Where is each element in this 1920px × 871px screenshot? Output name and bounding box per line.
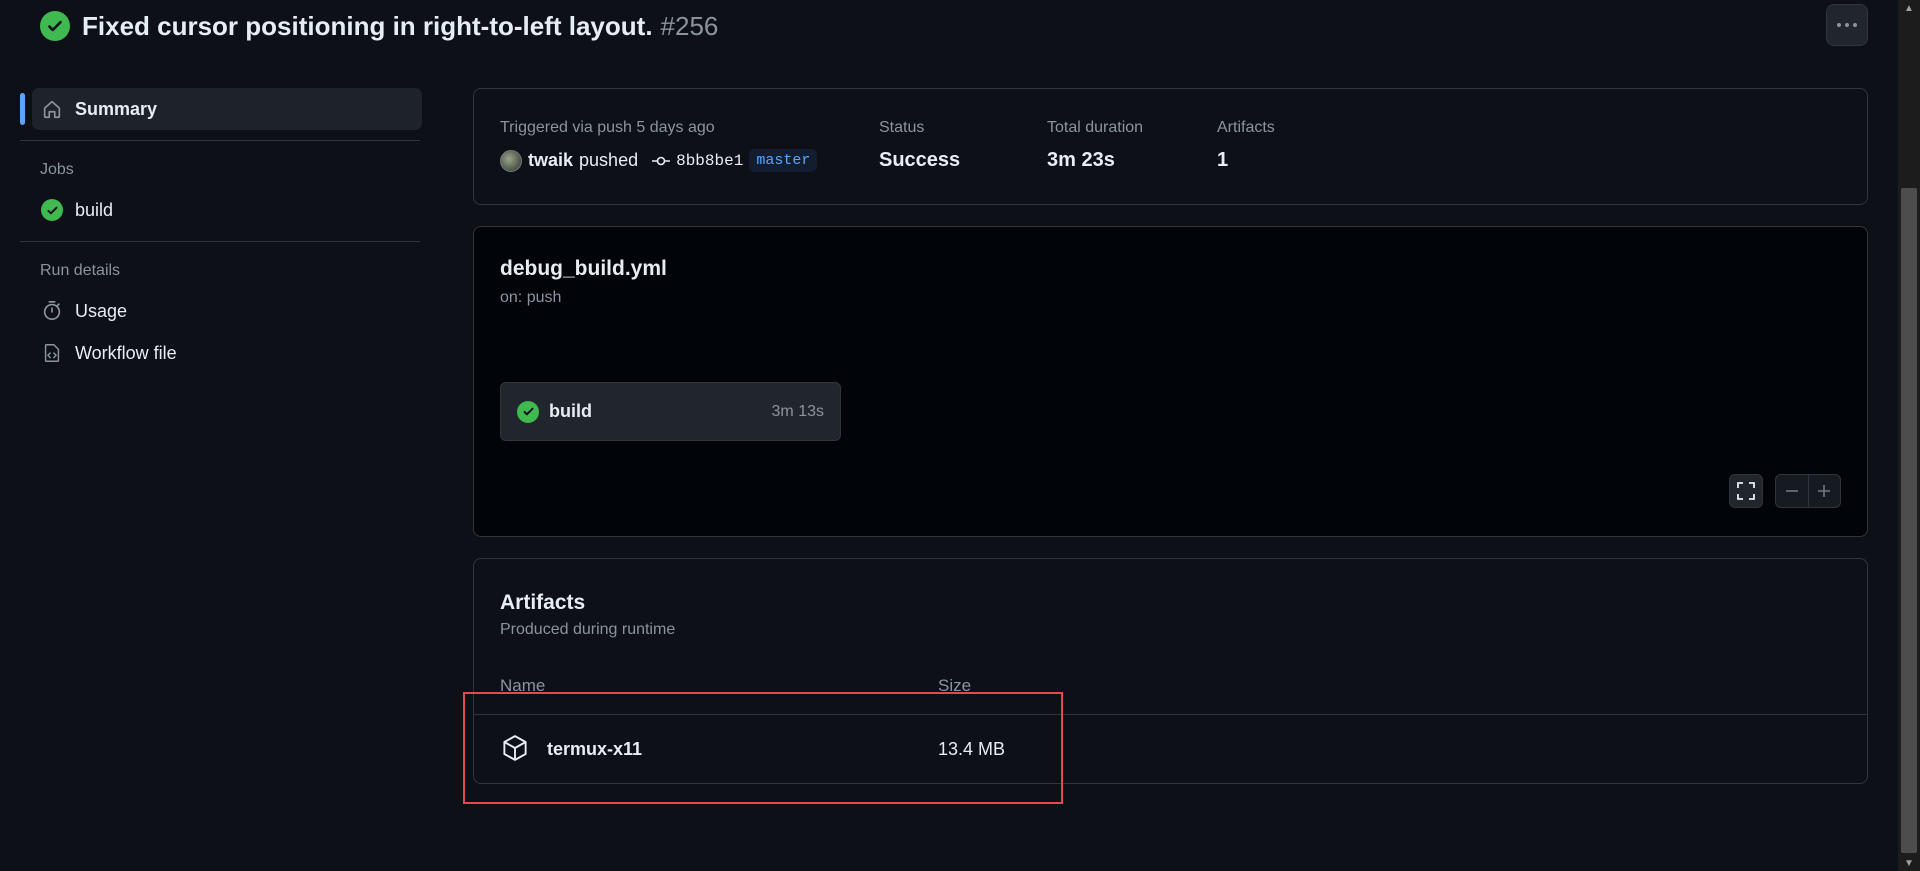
artifact-name-link[interactable]: termux-x11 <box>547 739 642 760</box>
run-summary-card: Triggered via push 5 days ago twaik push… <box>473 88 1868 205</box>
file-code-icon <box>44 344 60 362</box>
job-duration: 3m 13s <box>771 402 824 420</box>
job-node-build[interactable]: build 3m 13s <box>500 382 841 441</box>
scroll-down-arrow-icon[interactable]: ▼ <box>1898 855 1920 871</box>
commit-sha-link[interactable]: 8bb8be1 <box>676 152 743 170</box>
column-header-name: Name <box>500 676 546 695</box>
artifacts-card: Artifacts Produced during runtime Name S… <box>473 558 1868 784</box>
more-options-button[interactable] <box>1826 4 1868 46</box>
status-value: Success <box>879 149 961 171</box>
active-indicator <box>20 93 25 125</box>
success-check-icon <box>41 199 63 221</box>
table-row: termux-x11 13.4 MB <box>474 714 1867 784</box>
fullscreen-icon <box>1737 482 1755 500</box>
stopwatch-icon <box>43 301 61 321</box>
trigger-details: twaik pushed 8bb8be1 master <box>500 149 818 172</box>
fullscreen-button[interactable] <box>1729 474 1763 508</box>
avatar[interactable] <box>500 149 522 172</box>
scroll-thumb[interactable] <box>1901 188 1917 853</box>
workflow-graph-card: debug_build.yml on: push build 3m 13s <box>473 226 1868 537</box>
page: Fixed cursor positioning in right-to-lef… <box>0 0 1898 871</box>
workflow-trigger: on: push <box>500 289 562 306</box>
package-icon <box>503 735 527 761</box>
workflow-file-name: debug_build.yml <box>500 257 667 280</box>
sidebar-item-summary[interactable]: Summary <box>20 88 422 130</box>
zoom-out-button[interactable] <box>1776 475 1808 507</box>
run-number: #256 <box>660 10 719 41</box>
artifact-size: 13.4 MB <box>938 739 1006 759</box>
user-link[interactable]: twaik <box>528 150 573 171</box>
duration-value: 3m 23s <box>1047 149 1115 171</box>
home-icon <box>43 100 61 119</box>
duration-label: Total duration <box>1047 119 1144 136</box>
column-header-size: Size <box>938 676 972 695</box>
success-check-icon <box>517 400 539 423</box>
success-check-icon <box>40 11 70 41</box>
action-text: pushed <box>579 150 639 170</box>
run-title: Fixed cursor positioning in right-to-lef… <box>82 10 653 41</box>
kebab-horizontal-icon <box>1837 23 1857 27</box>
artifacts-subtitle: Produced during runtime <box>500 621 676 638</box>
artifacts-count-label: Artifacts <box>1217 119 1275 136</box>
sidebar-item-workflow-file[interactable]: Workflow file <box>20 332 420 374</box>
run-details-heading: Run details <box>40 262 121 279</box>
sidebar-item-label: Usage <box>75 300 128 321</box>
minus-icon <box>1785 490 1798 492</box>
plus-icon <box>1818 485 1831 497</box>
scrollbar[interactable]: ▲ ▼ <box>1898 0 1920 871</box>
sidebar-item-build[interactable]: build <box>20 189 420 231</box>
commit-icon <box>652 156 671 165</box>
sidebar: Summary Jobs build Run details Usage Wor… <box>20 88 422 374</box>
artifacts-count-value[interactable]: 1 <box>1217 149 1228 172</box>
divider <box>20 140 420 141</box>
job-name: build <box>549 401 592 421</box>
sidebar-item-label: build <box>75 199 114 220</box>
trigger-label: Triggered via push 5 days ago <box>500 119 715 136</box>
scroll-up-arrow-icon[interactable]: ▲ <box>1898 0 1920 16</box>
sidebar-item-label: Workflow file <box>75 342 177 363</box>
run-header: Fixed cursor positioning in right-to-lef… <box>40 8 718 44</box>
sidebar-item-label: Summary <box>75 98 158 119</box>
sidebar-item-usage[interactable]: Usage <box>20 290 420 332</box>
branch-badge[interactable]: master <box>749 149 818 172</box>
zoom-in-button[interactable] <box>1807 475 1841 507</box>
zoom-controls <box>1775 474 1841 508</box>
artifacts-title: Artifacts <box>500 591 586 614</box>
divider <box>20 241 420 242</box>
jobs-heading: Jobs <box>40 161 74 178</box>
status-label: Status <box>879 119 925 136</box>
